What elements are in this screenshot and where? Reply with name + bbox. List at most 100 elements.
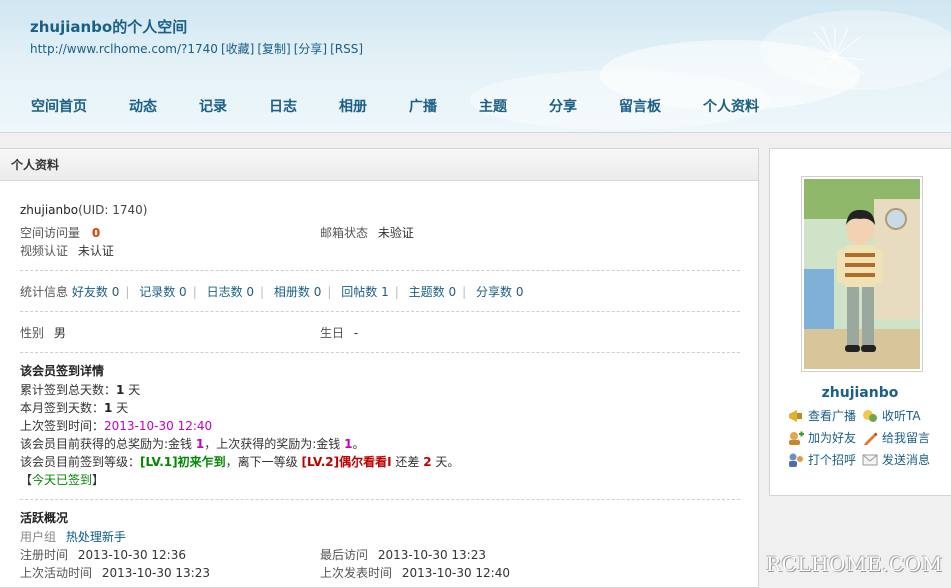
activity-title: 活跃概况: [20, 511, 69, 525]
level-gap: 2: [423, 455, 432, 469]
level-current: [LV.1]初来乍到: [140, 455, 226, 469]
stat-separator: |: [394, 285, 399, 299]
greet-button[interactable]: 打个招呼: [788, 451, 856, 469]
stat-replies[interactable]: 回帖数 1: [341, 285, 388, 299]
stat-friends[interactable]: 好友数 0: [72, 285, 119, 299]
signin-total: 累计签到总天数：1 天: [20, 383, 141, 397]
divider: [20, 270, 740, 271]
lastactive-value: 2013-10-30 13:23: [101, 566, 210, 580]
nav-guestbook[interactable]: 留言板: [619, 96, 661, 116]
space-title[interactable]: zhujianbo的个人空间: [30, 16, 187, 37]
avatar-image: [804, 179, 920, 369]
follow-icon: [863, 410, 877, 422]
view-broadcast-button[interactable]: 查看广播: [788, 407, 856, 425]
reward-total: 1: [195, 437, 205, 451]
signin-last-value: 2013-10-30 12:40: [104, 419, 213, 433]
leave-message-button[interactable]: 给我留言: [862, 429, 930, 447]
nav-blog[interactable]: 日志: [269, 96, 297, 116]
space-header: zhujianbo的个人空间 http://www.rclhome.com/?1…: [0, 0, 951, 133]
avatar[interactable]: [801, 176, 923, 372]
reg-label: 注册时间: [20, 548, 69, 562]
copy-link[interactable]: [复制]: [257, 42, 290, 56]
signin-level: 该会员目前签到等级：[LV.1]初来乍到，离下一等级 [LV.2]偶尔看看I 还…: [20, 455, 460, 469]
gender-row: 性别 男 生日 -: [20, 324, 740, 342]
stat-separator: |: [192, 285, 197, 299]
nav-share[interactable]: 分享: [549, 96, 577, 116]
envelope-icon: [862, 454, 878, 466]
visits-row: 空间访问量 0 邮箱状态 未验证: [20, 224, 740, 242]
pencil-icon: [864, 432, 878, 445]
space-url[interactable]: http://www.rclhome.com/?1740: [30, 42, 218, 56]
stats-row: 统计信息 好友数 0 | 记录数 0 | 日志数 0 | 相册数 0 | 回帖数 1 | …: [20, 283, 740, 301]
greet-icon: [789, 453, 803, 467]
stats-label: 统计信息: [20, 285, 69, 299]
signin-reward: 该会员目前获得的总奖励为:金钱 1，上次获得的奖励为:金钱 1。: [20, 437, 365, 451]
stat-separator: |: [260, 285, 265, 299]
email-label: 邮箱状态: [320, 226, 369, 240]
group-value[interactable]: 热处理新手: [66, 530, 126, 544]
username: zhujianbo: [20, 203, 79, 217]
today-status: 今天已签到: [32, 473, 93, 487]
lastpost-value: 2013-10-30 12:40: [401, 566, 510, 580]
divider: [20, 311, 740, 312]
stat-separator: |: [462, 285, 467, 299]
birthday-label: 生日: [320, 326, 345, 340]
video-value: 未认证: [77, 244, 114, 258]
nav-home[interactable]: 空间首页: [31, 96, 87, 116]
signin-title: 该会员签到详情: [20, 364, 105, 378]
space-url-line: http://www.rclhome.com/?1740 [收藏] [复制] [分享]…: [30, 40, 366, 57]
birthday: 生日 -: [320, 324, 358, 342]
last-post: 上次发表时间 2013-10-30 12:40: [320, 564, 510, 582]
level-next: [LV.2]偶尔看看I: [301, 455, 392, 469]
group-row: 用户组 热处理新手: [20, 528, 740, 546]
signin-month-value: 1: [104, 401, 113, 415]
add-friend-button[interactable]: 加为好友: [788, 429, 856, 447]
lastpost-label: 上次发表时间: [320, 566, 393, 580]
email-value: 未验证: [377, 226, 414, 240]
signin-today: 【今天已签到】: [20, 473, 105, 487]
divider: [20, 352, 740, 353]
signin-month: 本月签到天数：1 天: [20, 401, 129, 415]
favorite-link[interactable]: [收藏]: [221, 42, 254, 56]
signin-total-value: 1: [116, 383, 125, 397]
add-friend-icon: [789, 431, 804, 445]
nav-broadcast[interactable]: 广播: [409, 96, 437, 116]
stat-albums[interactable]: 相册数 0: [274, 285, 321, 299]
megaphone-icon: [789, 410, 802, 422]
username-row: zhujianbo(UID: 1740): [20, 201, 740, 219]
rss-link[interactable]: [RSS]: [330, 42, 363, 56]
nav-album[interactable]: 相册: [339, 96, 367, 116]
profile-content: zhujianbo(UID: 1740) 空间访问量 0 邮箱状态 未验证 视频…: [20, 201, 740, 582]
stat-shares[interactable]: 分享数 0: [476, 285, 523, 299]
last-visit: 最后访问 2013-10-30 13:23: [320, 546, 486, 564]
visits-label: 空间访问量: [20, 226, 81, 240]
reg-row: 注册时间 2013-10-30 12:36 最后访问 2013-10-30 13…: [20, 546, 740, 564]
lastvisit-label: 最后访问: [320, 548, 369, 562]
signin-last: 上次签到时间：2013-10-30 12:40: [20, 419, 213, 433]
watermark: RCLHOME.COM: [766, 552, 943, 576]
main-nav: 空间首页 动态 记录 日志 相册 广播 主题 分享 留言板 个人资料: [10, 96, 780, 116]
nav-profile[interactable]: 个人资料: [703, 96, 759, 116]
send-message-button[interactable]: 发送消息: [862, 451, 930, 469]
nav-topics[interactable]: 主题: [479, 96, 507, 116]
profile-panel: 个人资料 zhujianbo(UID: 1740) 空间访问量 0 邮箱状态 未…: [0, 148, 759, 588]
video-row: 视频认证 未认证: [20, 242, 740, 260]
stat-blogs[interactable]: 日志数 0: [207, 285, 254, 299]
nav-feed[interactable]: 动态: [129, 96, 157, 116]
lastvisit-value: 2013-10-30 13:23: [377, 548, 486, 562]
gender-value: 男: [53, 326, 66, 340]
stat-separator: |: [327, 285, 332, 299]
nav-records[interactable]: 记录: [199, 96, 227, 116]
stat-separator: |: [125, 285, 130, 299]
lastactive-label: 上次活动时间: [20, 566, 93, 580]
share-link[interactable]: [分享]: [294, 42, 327, 56]
visits-value: 0: [91, 226, 101, 240]
follow-button[interactable]: 收听TA: [862, 407, 921, 425]
user-card: zhujianbo 查看广播 收听TA 加为好友 给我留言 打个招呼 发送消息: [769, 148, 951, 496]
stat-topics[interactable]: 主题数 0: [409, 285, 456, 299]
lastactive-row: 上次活动时间 2013-10-30 13:23 上次发表时间 2013-10-3…: [20, 564, 740, 582]
stat-records[interactable]: 记录数 0: [139, 285, 186, 299]
email-status: 邮箱状态 未验证: [320, 224, 414, 242]
group-label: 用户组: [20, 530, 57, 544]
side-username[interactable]: zhujianbo: [770, 385, 950, 401]
